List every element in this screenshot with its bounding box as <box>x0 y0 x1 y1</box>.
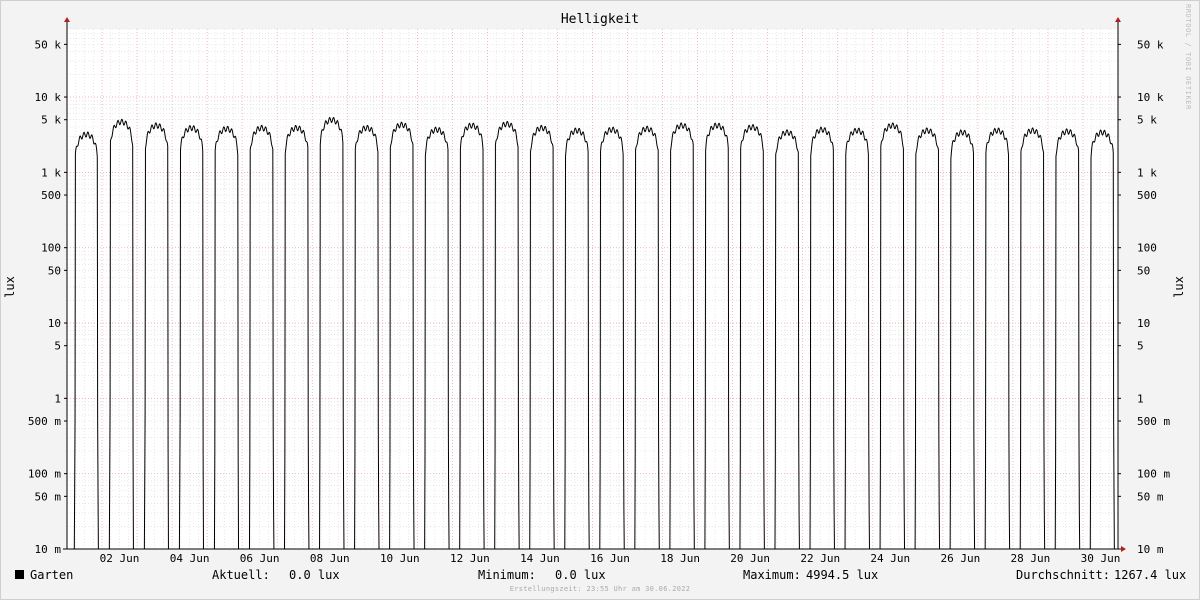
x-tick-label: 30 Jun <box>1081 552 1121 565</box>
y-tick-label-right: 50 k <box>1137 38 1164 51</box>
y-tick-label-right: 5 <box>1137 340 1144 353</box>
y-tick-label-left: 50 <box>48 264 61 277</box>
y-tick-label-left: 5 <box>54 340 61 353</box>
y-tick-label-right: 500 <box>1137 189 1157 202</box>
y-tick-label-left: 1 k <box>41 166 61 179</box>
x-tick-label: 08 Jun <box>310 552 350 565</box>
legend-current-value: 0.0 lux <box>289 568 340 582</box>
legend-maximum-value: 4994.5 lux <box>806 568 879 582</box>
x-tick-label: 02 Jun <box>100 552 140 565</box>
legend-series-name: Garten <box>30 568 74 582</box>
y-tick-label-left: 100 m <box>28 468 61 481</box>
y-tick-label-right: 50 m <box>1137 490 1164 503</box>
y-tick-label-left: 10 m <box>35 543 62 556</box>
creation-time-footer: Erstellungszeit: 23:55 Uhr am 30.06.2022 <box>509 585 691 593</box>
legend-minimum-label: Minimum: <box>478 568 536 582</box>
x-tick-label: 24 Jun <box>870 552 910 565</box>
y-tick-label-right: 10 <box>1137 317 1150 330</box>
legend-swatch <box>15 570 24 579</box>
legend-average-label: Durchschnitt: <box>1016 568 1110 582</box>
y-tick-label-right: 1 <box>1137 392 1144 405</box>
y-axis-arrow-right <box>1115 17 1121 22</box>
y-tick-labels-left: 50 k 10 k 5 k 1 k 500 100 50 10 5 1 500 m 100 m 50 m… <box>28 38 67 556</box>
y-tick-label-left: 50 k <box>35 38 62 51</box>
x-tick-label: 28 Jun <box>1011 552 1051 565</box>
y-tick-label-left: 500 m <box>28 415 61 428</box>
x-tick-label: 12 Jun <box>450 552 490 565</box>
x-tick-label: 16 Jun <box>590 552 630 565</box>
y-tick-label-right: 500 m <box>1137 415 1170 428</box>
chart: 50 k 10 k 5 k 1 k 500 100 50 10 5 1 500 m 100 m 50 m… <box>3 12 1186 565</box>
y-tick-label-left: 1 <box>54 392 61 405</box>
y-tick-label-left: 500 <box>41 189 61 202</box>
legend-current-label: Aktuell: <box>212 568 270 582</box>
y-tick-label-left: 100 <box>41 242 61 255</box>
legend-maximum-label: Maximum: <box>743 568 801 582</box>
x-tick-label: 22 Jun <box>800 552 840 565</box>
y-tick-label-right: 10 k <box>1137 91 1164 104</box>
legend: Garten Aktuell: 0.0 lux Minimum: 0.0 lux… <box>0 566 1200 584</box>
legend-minimum-value: 0.0 lux <box>555 568 606 582</box>
y-tick-labels-right: 50 k 10 k 5 k 1 k 500 100 50 10 5 1 500 m 100 m 50 m… <box>1118 38 1170 556</box>
x-tick-label: 18 Jun <box>660 552 700 565</box>
y-tick-label-right: 100 m <box>1137 468 1170 481</box>
y-axis-label-right: lux <box>1172 276 1186 298</box>
x-tick-label: 04 Jun <box>170 552 210 565</box>
x-tick-label: 20 Jun <box>730 552 770 565</box>
y-tick-label-left: 5 k <box>41 114 61 127</box>
legend-average-value: 1267.4 lux <box>1114 568 1187 582</box>
y-axis-arrow-left <box>64 17 70 22</box>
y-tick-label-right: 100 <box>1137 242 1157 255</box>
x-axis-arrow <box>1121 546 1126 552</box>
y-tick-label-left: 10 <box>48 317 61 330</box>
y-axis-label-left: lux <box>3 276 17 298</box>
y-tick-label-right: 1 k <box>1137 166 1157 179</box>
y-tick-label-right: 5 k <box>1137 114 1157 127</box>
x-tick-label: 10 Jun <box>380 552 420 565</box>
x-tick-label: 14 Jun <box>520 552 560 565</box>
y-tick-label-right: 10 m <box>1137 543 1164 556</box>
rrdtool-watermark: RRDTOOL / TOBI OETIKER <box>1184 4 1192 110</box>
x-tick-label: 26 Jun <box>940 552 980 565</box>
x-tick-label: 06 Jun <box>240 552 280 565</box>
x-tick-labels: 02 Jun 04 Jun 06 Jun 08 Jun 10 Jun 12 Jun 14 J… <box>100 552 1121 565</box>
chart-title: Helligkeit <box>561 12 639 27</box>
y-tick-label-left: 10 k <box>35 91 62 104</box>
y-tick-label-left: 50 m <box>35 490 62 503</box>
y-tick-label-right: 50 <box>1137 264 1150 277</box>
